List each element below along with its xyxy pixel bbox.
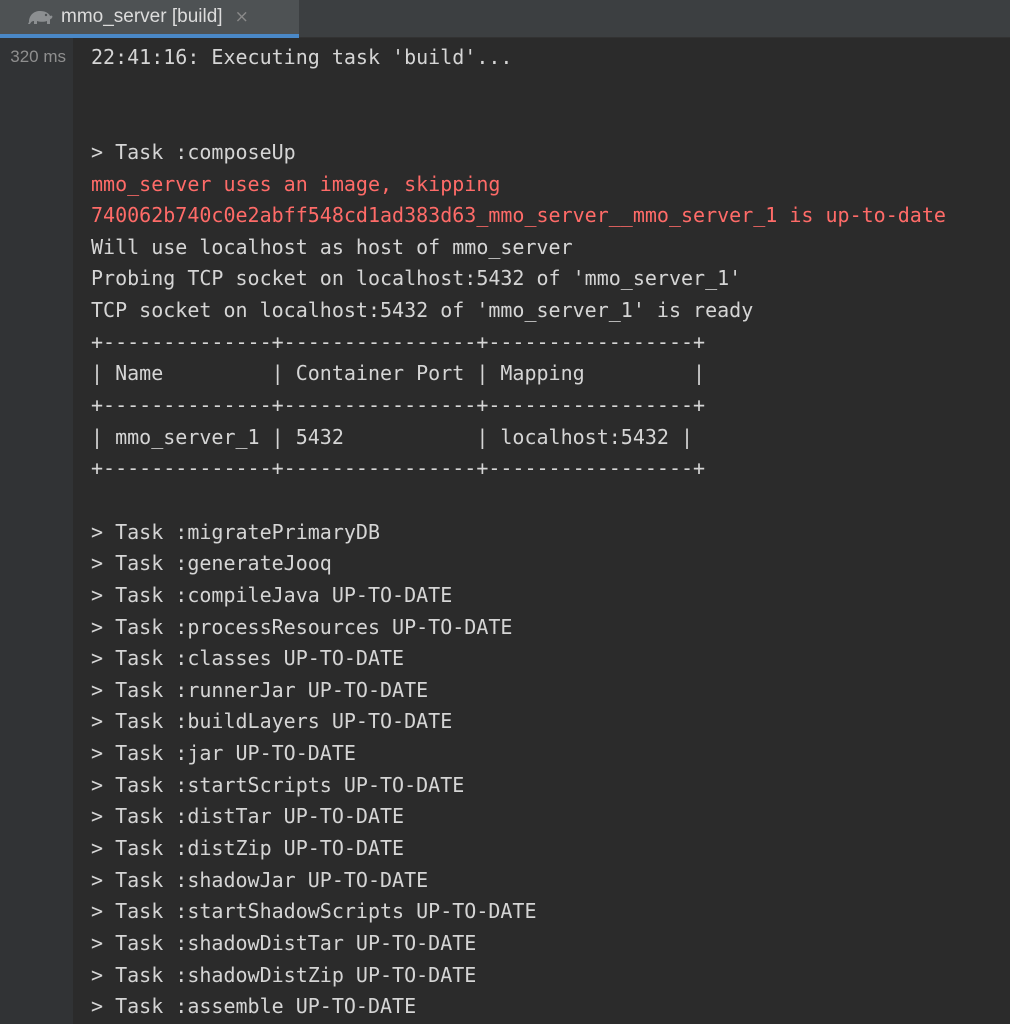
console-line-error: mmo_server uses an image, skipping: [91, 171, 501, 196]
console-output[interactable]: 22:41:16: Executing task 'build'... > Tas…: [73, 38, 1010, 1024]
console-line: > Task :shadowDistTar UP-TO-DATE: [91, 930, 477, 955]
tool-window-tab-bar: mmo_server [build] ×: [0, 0, 1010, 38]
tab-build[interactable]: mmo_server [build] ×: [0, 0, 299, 38]
console-line: > Task :processResources UP-TO-DATE: [91, 614, 513, 639]
console-line: > Task :shadowJar UP-TO-DATE: [91, 867, 429, 892]
console-line: Probing TCP socket on localhost:5432 of …: [91, 266, 742, 291]
gradle-elephant-icon: [26, 7, 56, 27]
console-line: Will use localhost as host of mmo_server: [91, 234, 573, 259]
console-line: > Task :distZip UP-TO-DATE: [91, 836, 405, 861]
console-line: > Task :jar UP-TO-DATE: [91, 741, 356, 766]
console-line: > Task :runnerJar UP-TO-DATE: [91, 677, 429, 702]
console-line: > Task :startShadowScripts UP-TO-DATE: [91, 899, 537, 924]
console-line-error: 740062b740c0e2abff548cd1ad383d63_mmo_ser…: [91, 203, 946, 228]
console-line: > Task :classes UP-TO-DATE: [91, 646, 405, 671]
console-line: > Task :shadowDistZip UP-TO-DATE: [91, 962, 477, 987]
console-line: +--------------+----------------+-------…: [91, 329, 706, 354]
tab-title: mmo_server [build]: [61, 6, 223, 27]
console-gutter: 320 ms: [0, 38, 73, 1024]
console-line: > Task :startScripts UP-TO-DATE: [91, 772, 465, 797]
console-lines: 22:41:16: Executing task 'build'... > Tas…: [91, 42, 946, 1023]
console-line: > Task :distTar UP-TO-DATE: [91, 804, 405, 829]
console-line: +--------------+----------------+-------…: [91, 393, 706, 418]
console-line: > Task :composeUp: [91, 139, 296, 164]
console-line: > Task :generateJooq: [91, 551, 332, 576]
console-line: | mmo_server_1 | 5432 | localhost:5432 |: [91, 424, 694, 449]
console-line: 22:41:16: Executing task 'build'...: [91, 45, 513, 69]
console-line: | Name | Container Port | Mapping |: [91, 361, 706, 386]
console-line: > Task :migratePrimaryDB: [91, 519, 380, 544]
console-line: > Task :compileJava UP-TO-DATE: [91, 582, 453, 607]
console-line: > Task :assemble UP-TO-DATE: [91, 994, 417, 1019]
console-line: +--------------+----------------+-------…: [91, 456, 706, 481]
console-line: TCP socket on localhost:5432 of 'mmo_ser…: [91, 298, 754, 323]
task-duration: 320 ms: [10, 47, 66, 66]
console-line: > Task :buildLayers UP-TO-DATE: [91, 709, 453, 734]
close-icon[interactable]: ×: [235, 8, 249, 26]
